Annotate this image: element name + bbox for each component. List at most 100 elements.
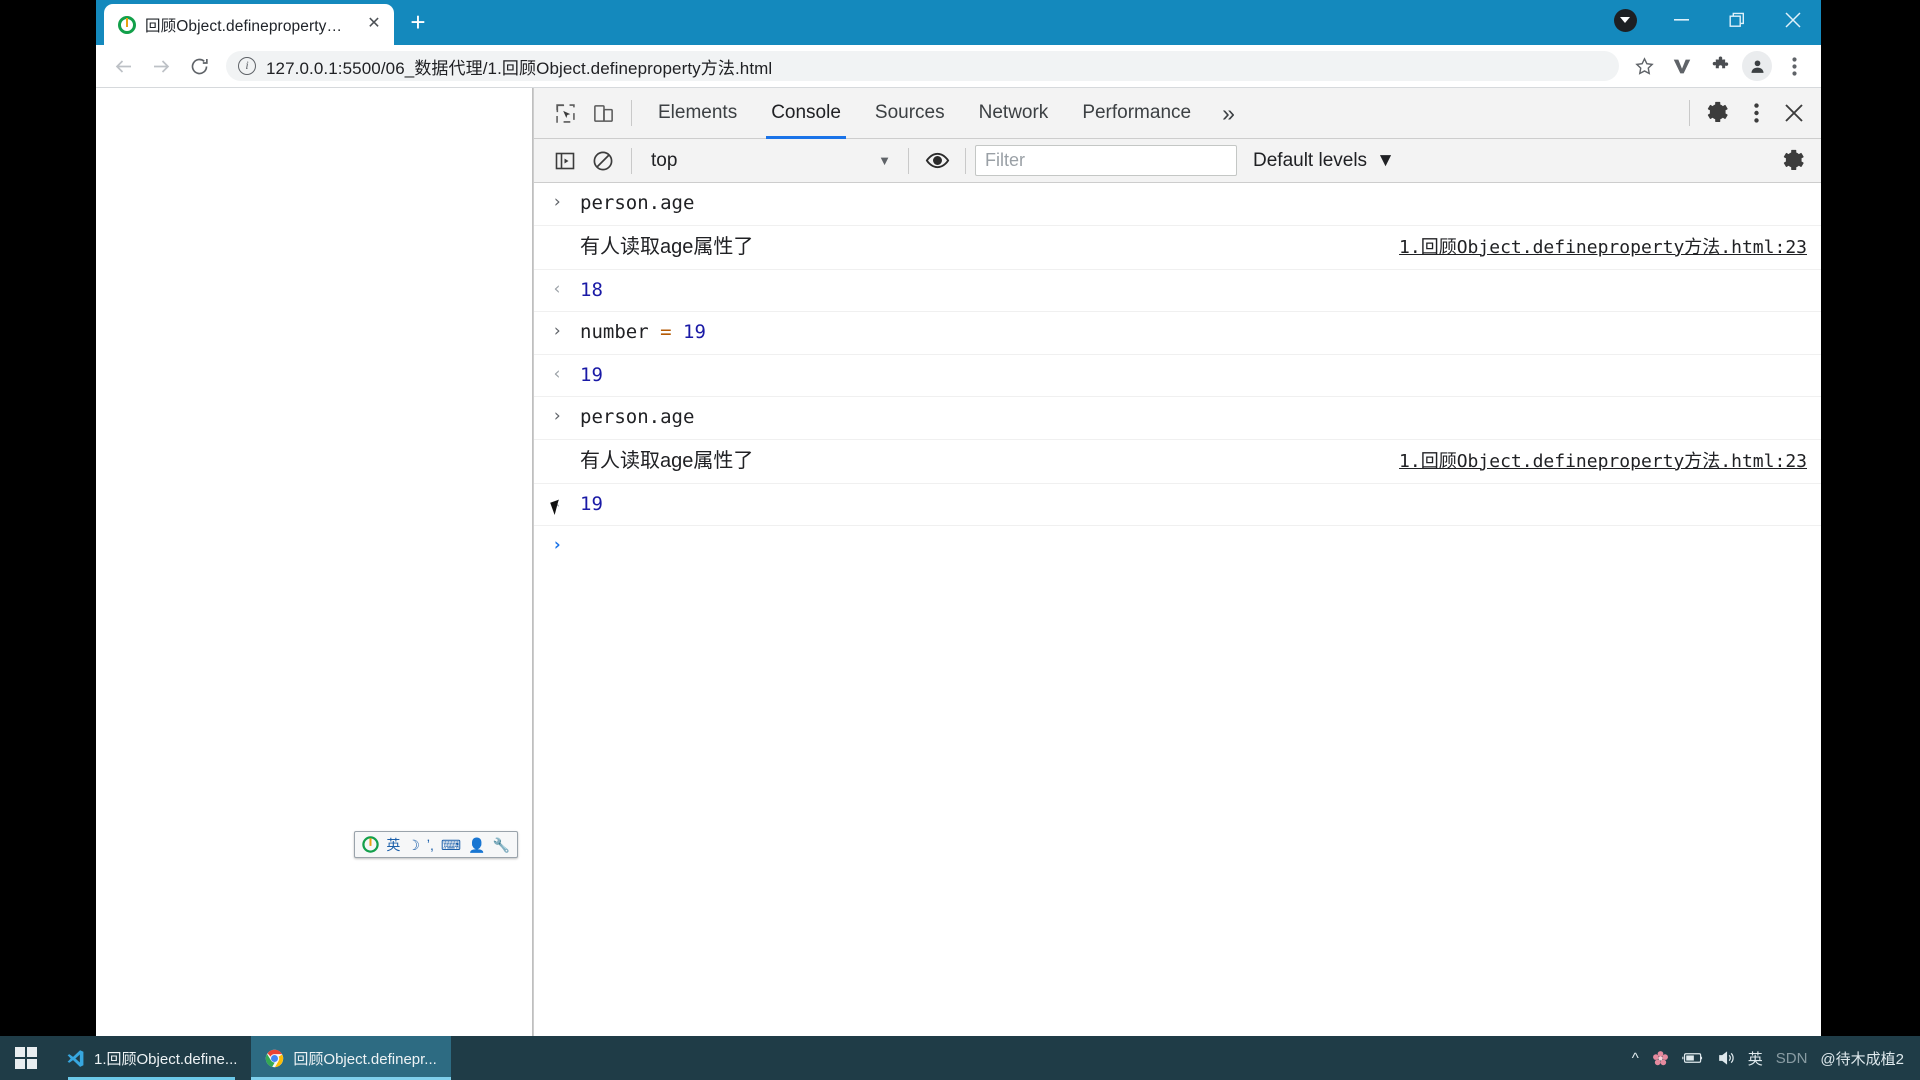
page-info-icon[interactable]: i bbox=[238, 57, 256, 75]
address-bar-url: 127.0.0.1:5500/06_数据代理/1.回顾Object.define… bbox=[266, 58, 773, 78]
console-command-text: person.age bbox=[580, 406, 695, 429]
console-log-source-link[interactable]: 1.回顾Object.defineproperty方法.html:23 bbox=[1379, 235, 1807, 261]
execution-context-select[interactable]: top ▼ bbox=[641, 146, 899, 176]
toolbar-divider bbox=[631, 100, 632, 126]
toolbar-divider-5 bbox=[965, 147, 966, 174]
flower-icon[interactable] bbox=[1652, 1050, 1669, 1067]
console-command-text: number = 19 bbox=[580, 319, 1807, 347]
browser-toolbar: i 127.0.0.1:5500/06_数据代理/1.回顾Object.defi… bbox=[96, 45, 1821, 88]
console-log-row[interactable]: 有人读取age属性了 1.回顾Object.defineproperty方法.h… bbox=[534, 226, 1821, 270]
kebab-menu-icon[interactable] bbox=[1737, 94, 1775, 132]
console-log-source-link[interactable]: 1.回顾Object.defineproperty方法.html:23 bbox=[1379, 449, 1807, 475]
taskbar-item-chrome[interactable]: 回顾Object.definepr... bbox=[251, 1036, 452, 1080]
execution-context-value: top bbox=[651, 149, 678, 171]
close-window-button[interactable] bbox=[1765, 0, 1821, 40]
gear-icon[interactable] bbox=[1699, 94, 1737, 132]
console-result-value: 18 bbox=[580, 278, 603, 301]
star-icon[interactable] bbox=[1625, 47, 1663, 85]
taskbar-item-label: 回顾Object.definepr... bbox=[293, 1050, 437, 1068]
address-bar[interactable]: i 127.0.0.1:5500/06_数据代理/1.回顾Object.defi… bbox=[226, 51, 1619, 81]
tray-ime-label[interactable]: 英 bbox=[1748, 1048, 1763, 1069]
live-expression-icon[interactable] bbox=[918, 142, 956, 180]
web-page-viewport: 英 ☽ ʼ, ⌨ 👤 🔧 bbox=[96, 88, 533, 1044]
console-message-list[interactable]: › person.age 有人读取age属性了 1.回顾Object.defin… bbox=[534, 183, 1821, 1044]
devtools-panel: Elements Console Sources Network Perform… bbox=[533, 88, 1821, 1044]
desktop: 回顾Object.defineproperty方法 ✕ + i 127.0.0.… bbox=[0, 0, 1920, 1080]
taskbar-item-vscode[interactable]: 1.回顾Object.define... bbox=[52, 1036, 251, 1080]
command-chevron-icon: › bbox=[552, 321, 563, 342]
battery-icon[interactable] bbox=[1681, 1051, 1704, 1065]
ime-mode-label[interactable]: 英 bbox=[386, 838, 400, 852]
console-command-row[interactable]: › person.age bbox=[534, 183, 1821, 226]
ime-user-icon[interactable]: 👤 bbox=[468, 838, 485, 852]
restore-window-button[interactable] bbox=[1709, 0, 1765, 40]
kebab-menu-icon[interactable] bbox=[1775, 47, 1813, 85]
tab-sources[interactable]: Sources bbox=[858, 88, 962, 139]
system-tray: ^ 英 SDN @待木成植2 bbox=[1632, 1048, 1920, 1069]
tab-strip: 回顾Object.defineproperty方法 ✕ + bbox=[96, 0, 436, 45]
volume-icon[interactable] bbox=[1717, 1050, 1735, 1066]
console-settings-gear-icon[interactable] bbox=[1775, 142, 1813, 180]
ime-floating-toolbar[interactable]: 英 ☽ ʼ, ⌨ 👤 🔧 bbox=[354, 831, 518, 858]
reload-icon[interactable] bbox=[180, 47, 218, 85]
toolbar-divider-2 bbox=[1689, 100, 1690, 126]
token-identifier: number bbox=[580, 321, 649, 344]
back-arrow-icon[interactable] bbox=[104, 47, 142, 85]
tab-network[interactable]: Network bbox=[962, 88, 1066, 139]
command-chevron-icon: › bbox=[552, 406, 563, 427]
ime-punctuation-icon[interactable]: ʼ, bbox=[427, 838, 434, 852]
result-chevron-icon: ‹ bbox=[552, 278, 563, 299]
console-sidebar-icon[interactable] bbox=[546, 142, 584, 180]
tab-elements[interactable]: Elements bbox=[641, 88, 754, 139]
download-circle-icon[interactable] bbox=[1597, 0, 1653, 40]
minimize-button[interactable] bbox=[1653, 0, 1709, 40]
token-number: 19 bbox=[683, 321, 706, 344]
ime-keyboard-icon[interactable]: ⌨ bbox=[441, 838, 461, 852]
console-result-row[interactable]: ‹ 18 bbox=[534, 270, 1821, 313]
new-tab-button[interactable]: + bbox=[400, 6, 436, 42]
console-result-value: 19 bbox=[580, 363, 603, 386]
result-chevron-icon: ‹ bbox=[552, 363, 563, 384]
console-command-row[interactable]: › number = 19 bbox=[534, 312, 1821, 355]
command-chevron-icon: › bbox=[552, 192, 563, 212]
inspect-element-icon[interactable] bbox=[546, 94, 584, 132]
ime-toolbox-icon[interactable]: 🔧 bbox=[493, 838, 510, 852]
console-command-row[interactable]: › person.age bbox=[534, 397, 1821, 440]
clear-console-icon[interactable] bbox=[584, 142, 622, 180]
close-icon[interactable] bbox=[1775, 94, 1813, 132]
browser-titlebar: 回顾Object.defineproperty方法 ✕ + bbox=[96, 0, 1821, 45]
browser-tab[interactable]: 回顾Object.defineproperty方法 ✕ bbox=[104, 4, 394, 45]
console-log-text: 有人读取age属性了 bbox=[580, 235, 754, 258]
toolbar-divider-3 bbox=[631, 147, 632, 174]
prompt-chevron-icon: › bbox=[552, 535, 563, 556]
device-toolbar-icon[interactable] bbox=[584, 94, 622, 132]
close-icon[interactable]: ✕ bbox=[366, 15, 382, 33]
chrome-browser-window: 回顾Object.defineproperty方法 ✕ + i 127.0.0.… bbox=[96, 0, 1821, 1044]
avatar-icon[interactable] bbox=[1742, 51, 1772, 81]
console-log-text: 有人读取age属性了 bbox=[580, 449, 754, 472]
sogou-input-icon bbox=[362, 836, 380, 853]
tray-chevron-icon[interactable]: ^ bbox=[1632, 1050, 1639, 1067]
console-prompt-row[interactable]: › bbox=[534, 526, 1821, 566]
console-toolbar: top ▼ Default levels ▼ bbox=[534, 139, 1821, 183]
forward-arrow-icon[interactable] bbox=[142, 47, 180, 85]
console-filter-input[interactable] bbox=[975, 145, 1237, 176]
log-levels-select[interactable]: Default levels ▼ bbox=[1253, 150, 1395, 172]
vscode-icon bbox=[66, 1049, 85, 1068]
puzzle-piece-icon[interactable] bbox=[1701, 47, 1739, 85]
browser-content: 英 ☽ ʼ, ⌨ 👤 🔧 Elements Console Sources Ne… bbox=[96, 88, 1821, 1044]
tab-console[interactable]: Console bbox=[754, 88, 858, 139]
csdn-watermark: SDN bbox=[1775, 1049, 1808, 1067]
console-result-row[interactable]: ‹ 19 bbox=[534, 355, 1821, 398]
window-controls bbox=[1597, 0, 1821, 40]
tab-performance[interactable]: Performance bbox=[1065, 88, 1208, 139]
chrome-icon bbox=[265, 1049, 284, 1068]
console-result-row[interactable]: ‹ 19 bbox=[534, 484, 1821, 527]
windows-taskbar: 1.回顾Object.define... 回顾Object.definepr..… bbox=[0, 1036, 1920, 1080]
ime-moon-icon[interactable]: ☽ bbox=[407, 838, 420, 852]
more-tabs-button[interactable]: » bbox=[1208, 101, 1249, 125]
windows-start-icon[interactable] bbox=[0, 1036, 52, 1080]
vimium-extension-icon[interactable] bbox=[1663, 47, 1701, 85]
devtools-tabbar: Elements Console Sources Network Perform… bbox=[534, 88, 1821, 139]
console-log-row[interactable]: 有人读取age属性了 1.回顾Object.defineproperty方法.h… bbox=[534, 440, 1821, 484]
